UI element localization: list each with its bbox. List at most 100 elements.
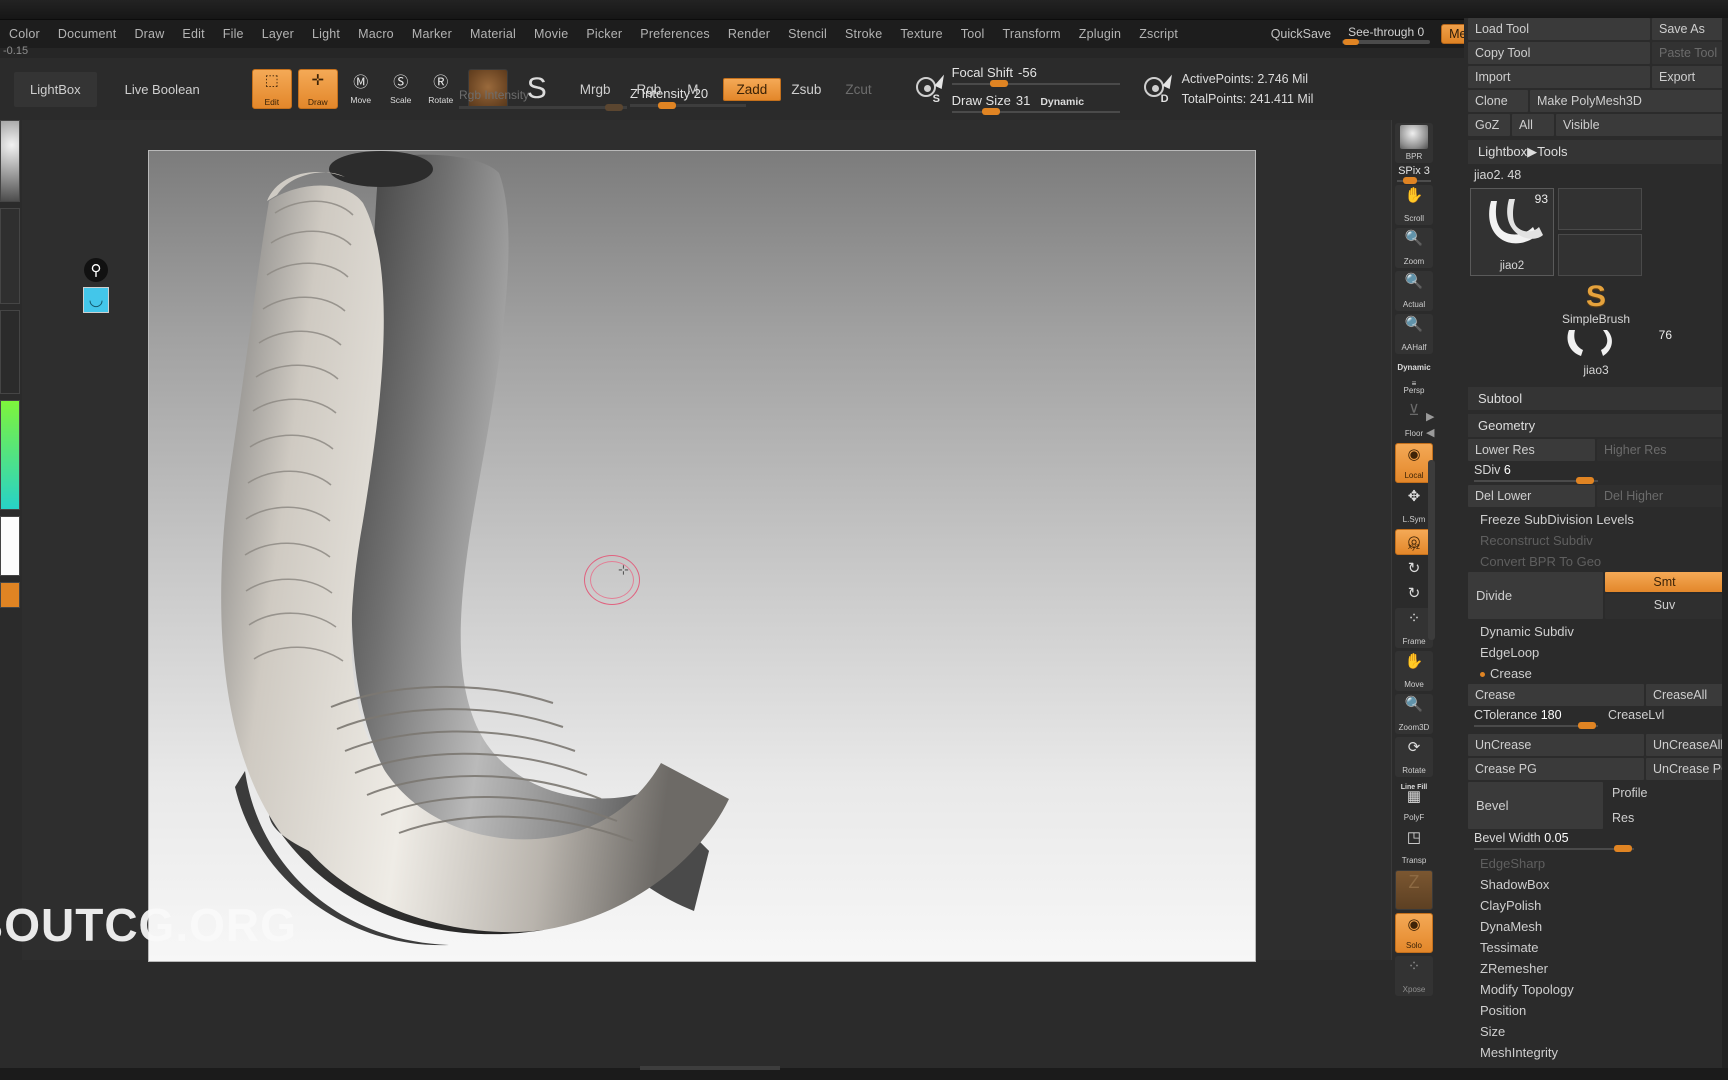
curve-tool-icon[interactable]: ◡ [83,287,109,313]
dynamic-badge[interactable]: Dynamic [1040,96,1084,108]
menu-item-zplugin[interactable]: Zplugin [1070,24,1130,44]
position-item[interactable]: Position [1470,1000,1728,1021]
tool-thumb-jiao2[interactable]: 93 jiao2 [1470,188,1554,276]
xpose-button[interactable]: ⁘ Xpose [1395,956,1433,996]
menu-item-movie[interactable]: Movie [525,24,577,44]
shadowbox-item[interactable]: ShadowBox [1470,874,1728,895]
convert-bpr-item[interactable]: Convert BPR To Geo [1470,551,1728,572]
crease-pg-button[interactable]: Crease PG [1468,758,1644,780]
edit-button[interactable]: ⬚ Edit [251,69,292,109]
menu-item-render[interactable]: Render [719,24,779,44]
uncrease-button[interactable]: UnCrease [1468,734,1644,756]
uncrease-all-button[interactable]: UnCreaseAll [1646,734,1724,756]
menu-item-marker[interactable]: Marker [403,24,461,44]
focal-shift-track[interactable] [951,80,1120,87]
canvas-area[interactable]: ⚲ ◡ ⊹ [22,120,1392,962]
bevel-button[interactable]: Bevel [1468,782,1603,829]
lightbox-button[interactable]: LightBox [14,71,97,107]
canvas-vertical-scrollbar[interactable] [1428,460,1435,640]
menu-item-material[interactable]: Material [461,24,525,44]
white-swatch[interactable] [0,516,20,576]
save-as-button[interactable]: Save As [1652,18,1724,40]
move-nav-button[interactable]: ✋ Move [1395,651,1433,691]
panel-collapse-left-icon[interactable]: ◀ [1426,426,1434,439]
bevel-width-slider[interactable]: Bevel Width 0.05 [1474,831,1724,852]
size-item[interactable]: Size [1470,1021,1728,1042]
edgesharp-item[interactable]: EdgeSharp [1470,853,1728,874]
del-lower-button[interactable]: Del Lower [1468,485,1595,507]
import-button[interactable]: Import [1468,66,1650,88]
menu-item-stencil[interactable]: Stencil [779,24,836,44]
draw-button[interactable]: ✛ Draw [297,69,338,109]
draw-size-track[interactable] [951,108,1120,115]
uncrease-pg-button[interactable]: UnCrease PG [1646,758,1724,780]
menu-item-color[interactable]: Color [0,24,49,44]
bevel-res-label[interactable]: Res [1605,807,1724,830]
copy-tool-button[interactable]: Copy Tool [1468,42,1650,64]
menu-item-picker[interactable]: Picker [577,24,631,44]
crease-section-item[interactable]: Crease [1470,663,1728,684]
solo-button[interactable]: ◉ Solo [1395,913,1433,953]
make-polymesh-button[interactable]: Make PolyMesh3D [1530,90,1724,112]
color-gradient-chip[interactable] [0,400,20,510]
material-chip[interactable] [0,120,20,202]
freeze-subdivision-item[interactable]: Freeze SubDivision Levels [1470,509,1728,530]
scroll-button[interactable]: ✋ Scroll [1395,185,1433,225]
geometry-header[interactable]: Geometry [1468,414,1724,437]
menu-item-tool[interactable]: Tool [952,24,994,44]
menu-item-preferences[interactable]: Preferences [631,24,719,44]
tool-thumb-jiao3[interactable]: 76 jiao3 [1464,328,1728,377]
texture-chip[interactable] [0,310,20,394]
sdiv-slider[interactable]: SDiv 6 [1474,463,1724,484]
menu-item-texture[interactable]: Texture [891,24,951,44]
meshintegrity-item[interactable]: MeshIntegrity [1470,1042,1728,1063]
menu-item-light[interactable]: Light [303,24,349,44]
clone-button[interactable]: Clone [1468,90,1528,112]
export-button[interactable]: Export [1652,66,1724,88]
menu-item-transform[interactable]: Transform [993,24,1069,44]
document-canvas[interactable] [148,150,1256,962]
ctolerance-slider[interactable]: CTolerance 180 [1474,708,1598,729]
tool-slot-a[interactable] [1558,188,1642,230]
goz-button[interactable]: GoZ [1468,114,1510,136]
bevel-profile-label[interactable]: Profile [1605,782,1724,805]
brush-pointer-icon[interactable]: ⚲ [84,258,108,282]
move-button[interactable]: Ⓜ Move [344,72,378,106]
divide-button[interactable]: Divide [1468,572,1603,619]
persp-button[interactable]: Dynamic ≡ Persp [1395,357,1433,397]
bottom-handle[interactable] [640,1066,780,1070]
alpha-chip[interactable] [0,208,20,304]
del-higher-button[interactable]: Del Higher [1597,485,1724,507]
tessimate-item[interactable]: Tessimate [1470,937,1728,958]
transp-button[interactable]: ◳ Transp [1395,827,1433,867]
orange-swatch[interactable] [0,582,20,608]
lower-res-button[interactable]: Lower Res [1468,439,1595,461]
see-through-track[interactable] [1342,38,1431,45]
subtool-header[interactable]: Subtool [1468,387,1724,410]
edgeloop-item[interactable]: EdgeLoop [1470,642,1728,663]
ghost-button[interactable]: Z [1395,870,1433,910]
suv-toggle[interactable]: Suv [1605,594,1724,619]
bpr-render-button[interactable]: BPR [1395,123,1433,163]
live-boolean-button[interactable]: Live Boolean [109,72,216,107]
rotate-nav-button[interactable]: ⟳ Rotate [1395,737,1433,777]
higher-res-button[interactable]: Higher Res [1597,439,1724,461]
zoom-button[interactable]: 🔍 Zoom [1395,228,1433,268]
menu-item-zscript[interactable]: Zscript [1130,24,1187,44]
rotate-button[interactable]: Ⓡ Rotate [424,72,458,106]
panel-scrollbar[interactable] [1722,18,1728,1080]
spix-slider[interactable]: SPix 3 [1392,165,1436,184]
menu-item-macro[interactable]: Macro [349,24,403,44]
menu-item-file[interactable]: File [214,24,253,44]
dynamic-subdiv-item[interactable]: Dynamic Subdiv [1470,621,1728,642]
actual-button[interactable]: 🔍 Actual [1395,271,1433,311]
reconstruct-subdiv-item[interactable]: Reconstruct Subdiv [1470,530,1728,551]
see-through-knob[interactable] [1343,38,1360,45]
see-through-slider[interactable]: See-through 0 [1340,25,1432,45]
paste-tool-button[interactable]: Paste Tool [1652,42,1724,64]
zcut-button[interactable]: Zcut [845,82,871,97]
menu-item-stroke[interactable]: Stroke [836,24,891,44]
load-tool-button[interactable]: Load Tool [1468,18,1650,40]
dynamesh-item[interactable]: DynaMesh [1470,916,1728,937]
all-button[interactable]: All [1512,114,1554,136]
